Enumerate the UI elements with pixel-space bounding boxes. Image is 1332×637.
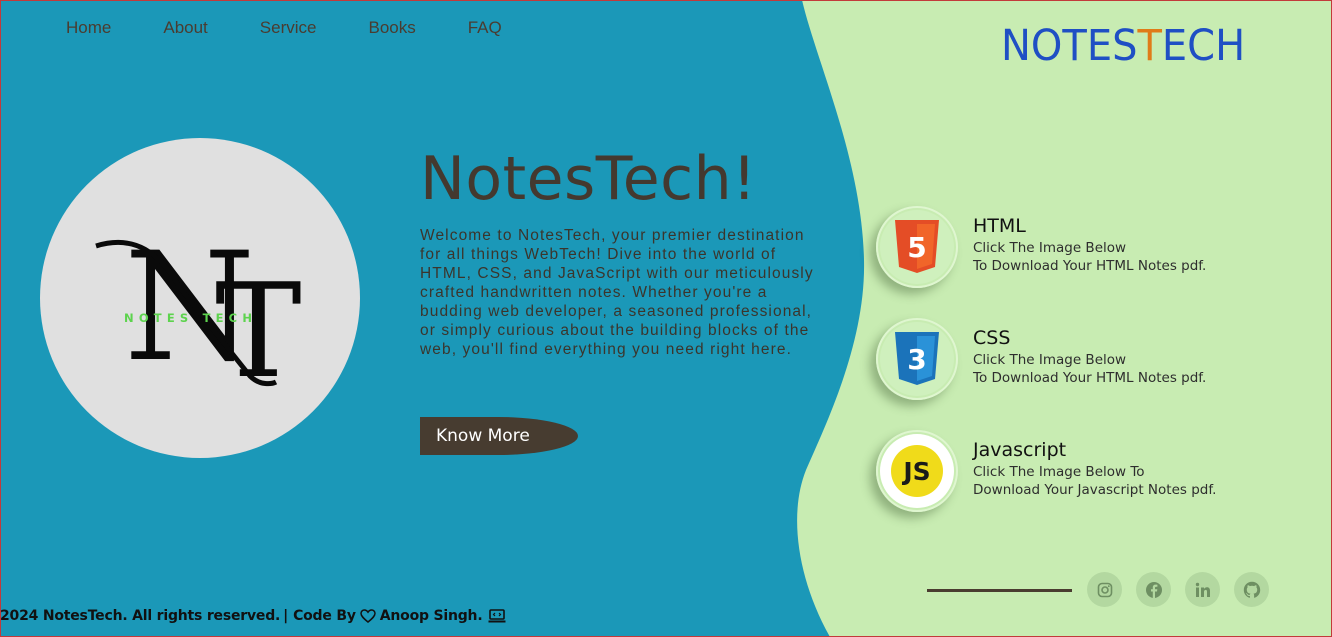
nav-service[interactable]: Service bbox=[260, 18, 317, 38]
note-title-javascript: Javascript bbox=[973, 439, 1067, 461]
note-title-css: CSS bbox=[973, 327, 1011, 349]
nav-faq[interactable]: FAQ bbox=[468, 18, 502, 38]
note-title-html: HTML bbox=[973, 215, 1026, 237]
hero-description: Welcome to NotesTech, your premier desti… bbox=[420, 227, 814, 358]
html-download-image[interactable]: 5 bbox=[876, 206, 958, 288]
note-desc-css: Click The Image Below To Download Your H… bbox=[973, 351, 1206, 387]
footer-author: Anoop Singh. bbox=[379, 608, 483, 624]
css3-badge: 3 bbox=[907, 343, 926, 376]
monogram-t: T bbox=[215, 255, 302, 407]
main-nav: Home About Service Books FAQ bbox=[66, 18, 502, 38]
social-links bbox=[1087, 572, 1269, 607]
note-desc-line: To Download Your HTML Notes pdf. bbox=[973, 258, 1207, 274]
note-desc-line: Click The Image Below bbox=[973, 352, 1127, 368]
nav-home[interactable]: Home bbox=[66, 18, 111, 38]
laptop-code-icon bbox=[488, 609, 506, 623]
brand-part1: NOTES bbox=[1001, 21, 1138, 71]
html5-badge: 5 bbox=[907, 231, 926, 264]
footer: 2024 NotesTech. All rights reserved. | C… bbox=[0, 608, 510, 624]
css3-icon: 3 bbox=[895, 332, 939, 385]
github-icon bbox=[1243, 581, 1260, 598]
nav-books[interactable]: Books bbox=[368, 18, 415, 38]
instagram-icon bbox=[1097, 582, 1112, 597]
facebook-button[interactable] bbox=[1136, 572, 1171, 607]
note-desc-javascript: Click The Image Below To Download Your J… bbox=[973, 463, 1216, 499]
note-desc-html: Click The Image Below To Download Your H… bbox=[973, 239, 1206, 275]
note-desc-line: Click The Image Below To bbox=[973, 464, 1145, 480]
github-button[interactable] bbox=[1234, 572, 1269, 607]
linkedin-icon bbox=[1195, 582, 1210, 597]
brand-part2: ECH bbox=[1161, 21, 1246, 71]
javascript-download-image[interactable]: JS bbox=[876, 430, 958, 512]
heart-icon bbox=[359, 609, 376, 623]
footer-code-by: Code By bbox=[293, 608, 356, 624]
hero-title: NotesTech! bbox=[420, 144, 757, 214]
html5-icon: 5 bbox=[895, 220, 939, 273]
note-desc-line: Click The Image Below bbox=[973, 240, 1127, 256]
facebook-icon bbox=[1145, 581, 1162, 598]
brand-accent: T bbox=[1137, 21, 1162, 71]
nav-about[interactable]: About bbox=[163, 18, 207, 38]
logo-tagline: NOTES TECH bbox=[124, 311, 257, 325]
css-download-image[interactable]: 3 bbox=[876, 318, 958, 400]
note-desc-line: Download Your Javascript Notes pdf. bbox=[973, 482, 1217, 498]
footer-separator: | bbox=[283, 608, 289, 624]
notestech-logo-image: N T NOTES TECH bbox=[40, 138, 360, 458]
social-divider-line bbox=[927, 589, 1072, 592]
footer-copyright: 2024 NotesTech. All rights reserved. bbox=[0, 608, 281, 624]
brand-logo[interactable]: NOTESTECH bbox=[1001, 22, 1245, 70]
note-desc-line: To Download Your HTML Notes pdf. bbox=[973, 370, 1207, 386]
javascript-icon: JS bbox=[891, 445, 943, 497]
instagram-button[interactable] bbox=[1087, 572, 1122, 607]
linkedin-button[interactable] bbox=[1185, 572, 1220, 607]
know-more-button[interactable]: Know More bbox=[420, 417, 578, 455]
nt-monogram-icon: N T NOTES TECH bbox=[95, 221, 302, 407]
javascript-badge: JS bbox=[901, 457, 930, 486]
